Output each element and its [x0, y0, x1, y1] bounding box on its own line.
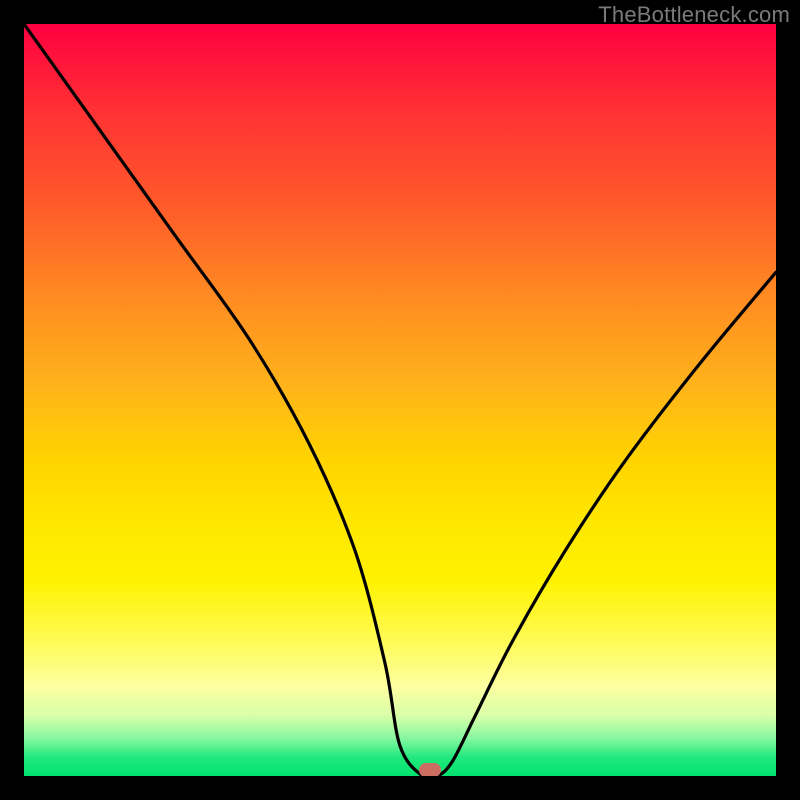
bottleneck-curve: [24, 24, 776, 776]
plot-area: [24, 24, 776, 776]
watermark-text: TheBottleneck.com: [598, 2, 790, 28]
chart-frame: TheBottleneck.com: [0, 0, 800, 800]
optimal-marker: [419, 763, 441, 776]
